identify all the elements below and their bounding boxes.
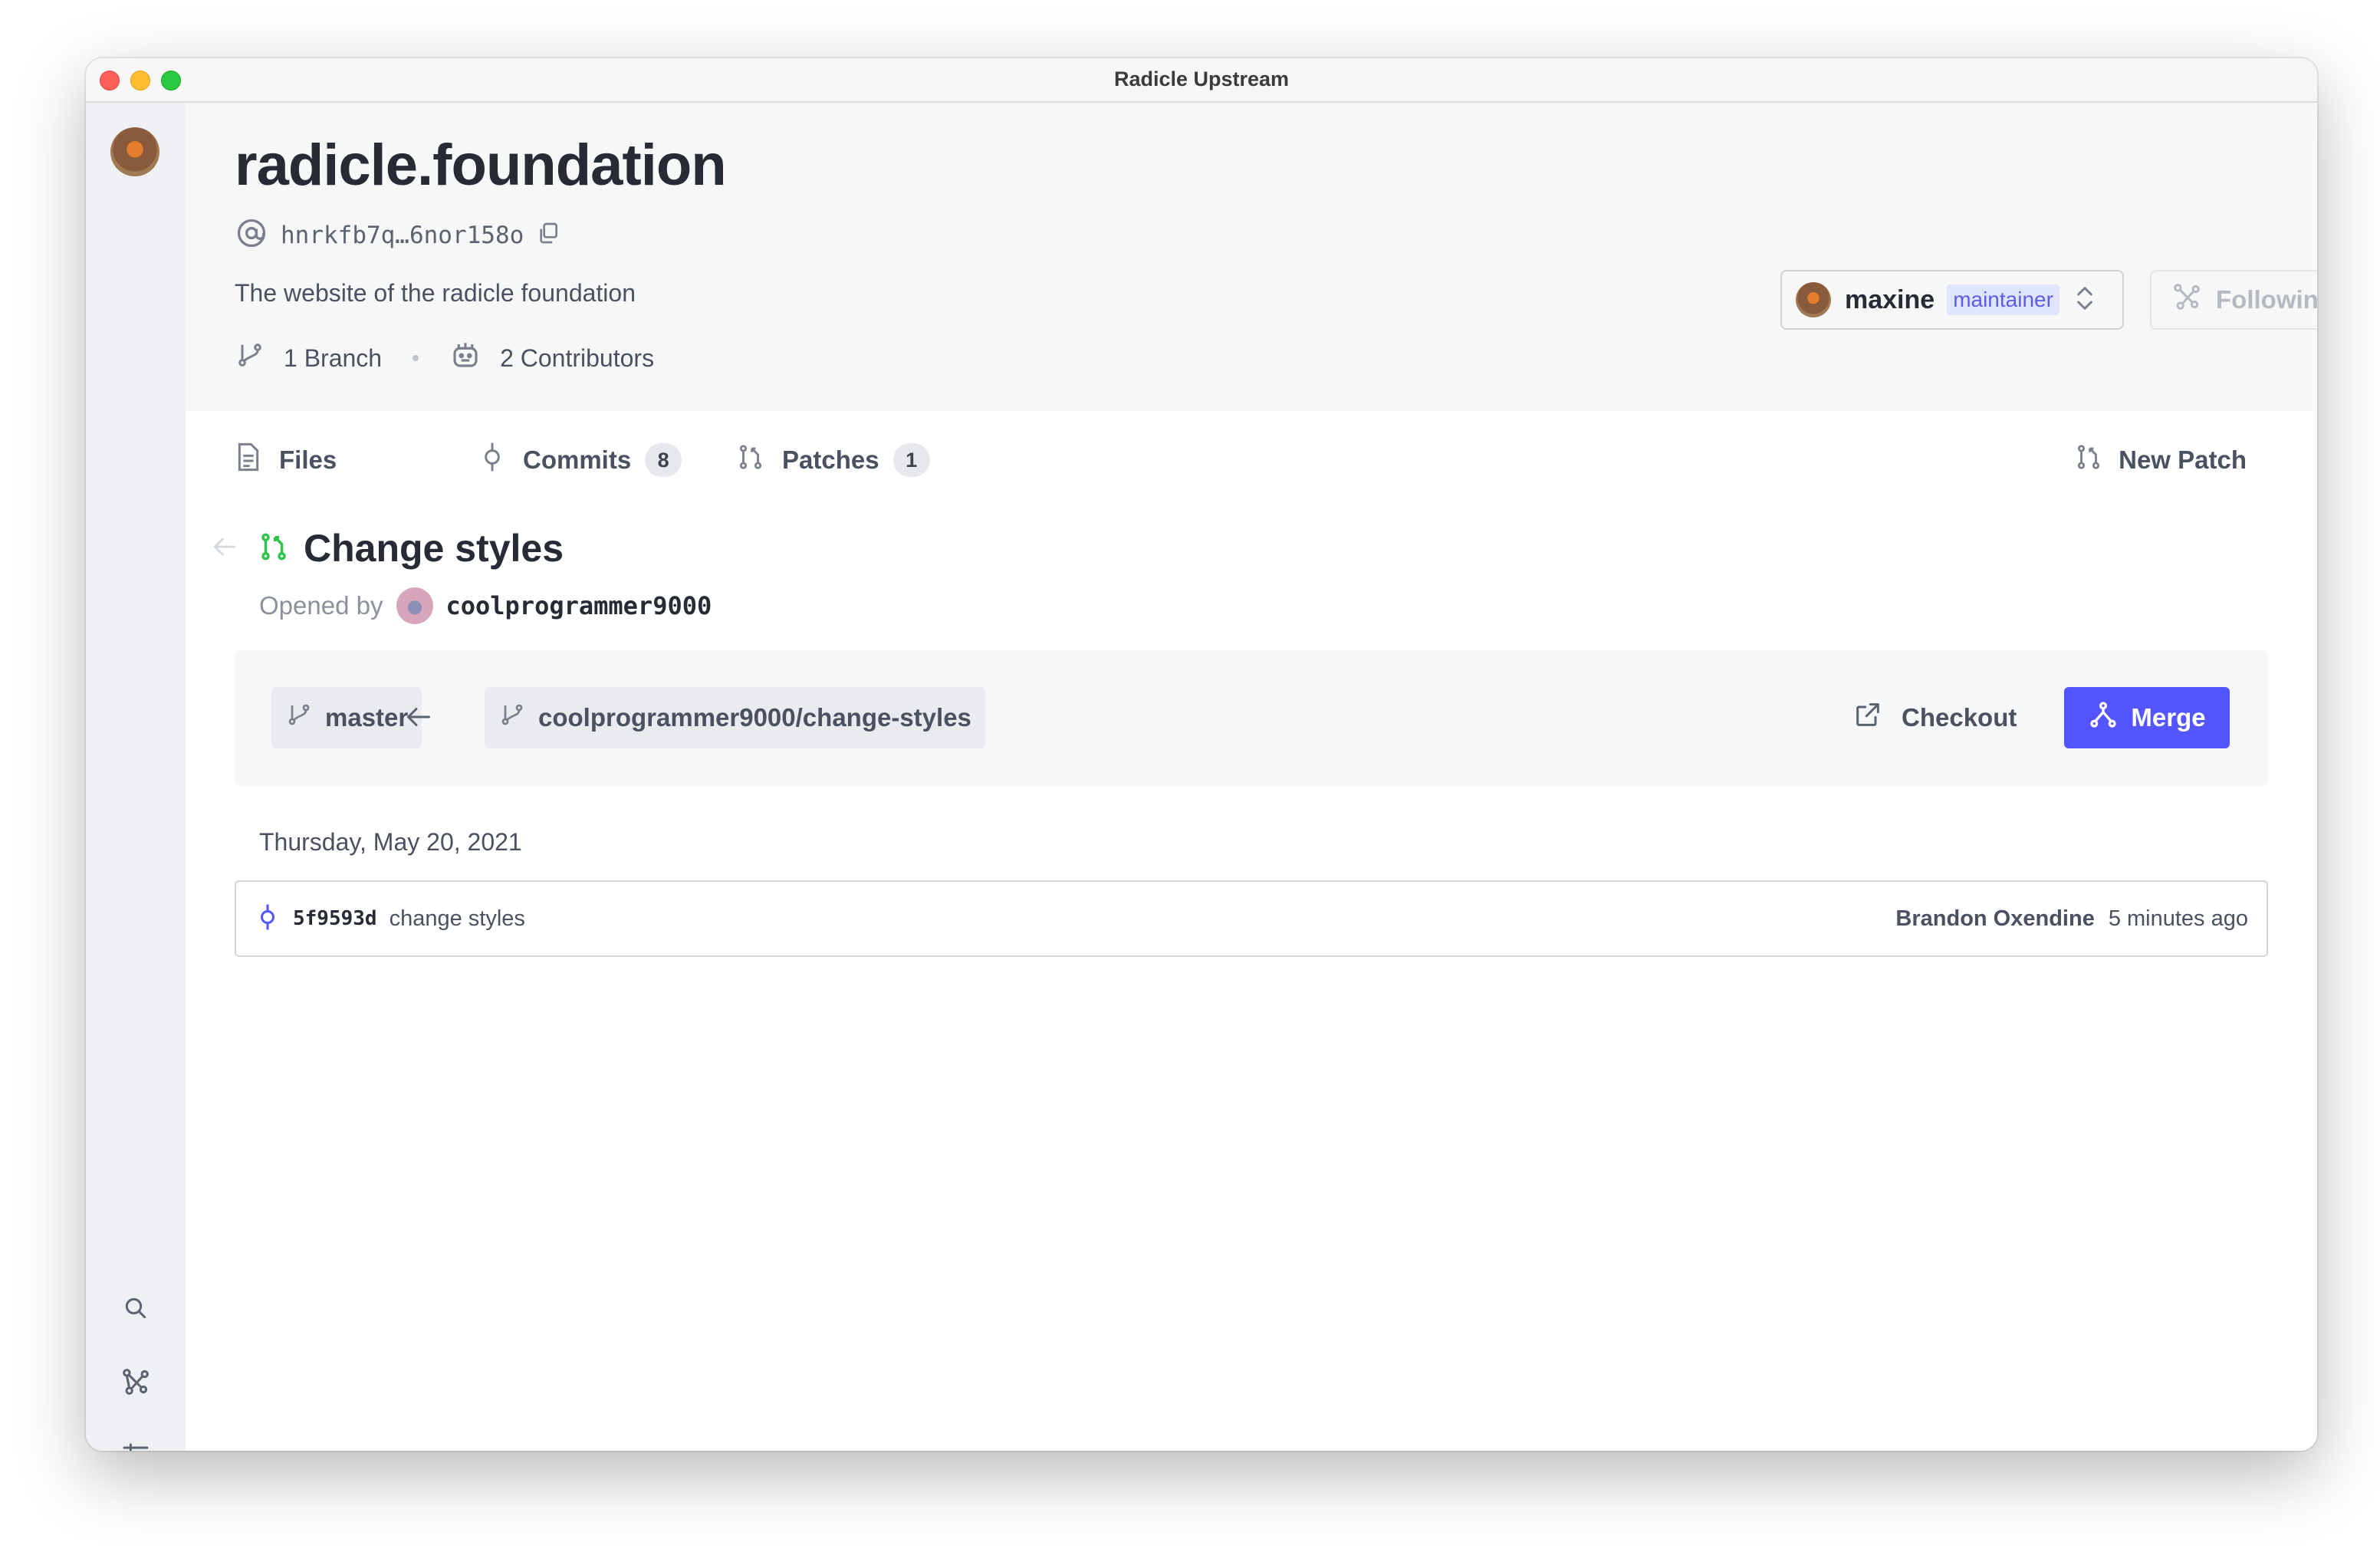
patch-branch-bar: master coolprogrammer9000/change-styles … [235,650,2268,787]
project-tabs: Files Commits 8 Patches 1 New Patch [186,411,2317,503]
search-icon[interactable] [120,1293,151,1323]
patch-author[interactable]: coolprogrammer9000 [445,591,712,620]
title-bar: Radicle Upstream [86,58,2317,103]
commit-icon [256,902,279,936]
commit-message: change styles [389,906,525,931]
back-arrow-icon[interactable] [212,535,238,562]
target-branch-name: master [325,703,409,732]
source-branch-name: coolprogrammer9000/change-styles [538,703,971,732]
branch-icon [498,700,526,735]
peer-name: maxine [1845,284,1935,314]
following-label: Following [2216,285,2317,314]
target-branch: master [271,687,422,748]
commit-time: 5 minutes ago [2108,906,2248,931]
source-branch: coolprogrammer9000/change-styles [485,687,985,748]
project-title: radicle.foundation [235,133,727,198]
network-icon [2171,281,2202,318]
open-patch-icon [258,530,290,567]
my-avatar[interactable] [110,127,159,176]
branch-icon [285,700,313,735]
app-window: Radicle Upstream radicle.foundation hnrk… [86,58,2317,1451]
arrow-left-icon [405,704,432,734]
settings-sliders-icon[interactable] [120,1440,151,1451]
project-header: radicle.foundation hnrkfb7q…6nor158o The… [186,103,2317,411]
tab-commits[interactable]: Commits 8 [478,442,682,478]
patch-icon [2074,442,2103,478]
patch-header: Change styles [212,526,564,570]
contributors-stat[interactable]: 2 Contributors [449,339,654,377]
file-icon [235,442,262,478]
merge-icon [2088,699,2119,736]
separator-dot [413,355,419,361]
project-stats: 1 Branch 2 Contributors [235,339,654,377]
commit-row[interactable]: 5f9593d change styles Brandon Oxendine 5… [235,880,2268,957]
at-sign-icon [235,216,268,254]
branches-stat[interactable]: 1 Branch [235,340,382,376]
tab-commits-label: Commits [523,446,632,474]
patches-count-badge: 1 [893,443,930,477]
author-avatar [396,587,434,624]
commit-date-header: Thursday, May 20, 2021 [259,828,522,856]
peer-selector[interactable]: maxine maintainer [1780,270,2124,330]
checkout-label: Checkout [1902,703,2017,732]
role-badge: maintainer [1947,284,2059,315]
merge-label: Merge [2131,703,2206,732]
patch-icon [736,442,765,478]
patch-title: Change styles [304,527,564,570]
tab-patches[interactable]: Patches 1 [736,442,930,478]
contributors-count: 2 Contributors [500,344,655,372]
peer-avatar [1796,282,1831,317]
commit-icon [478,442,506,478]
checkout-button[interactable]: Checkout [1852,687,2017,748]
new-patch-button[interactable]: New Patch [2074,442,2247,478]
project-description: The website of the radicle foundation [235,279,636,307]
contributors-icon [449,339,482,377]
patch-opened-by: Opened by coolprogrammer9000 [259,587,712,624]
opened-by-label: Opened by [259,591,383,620]
merge-button[interactable]: Merge [2064,687,2230,748]
window-title: Radicle Upstream [1113,67,1290,90]
external-link-icon [1852,699,1883,736]
sidebar [86,103,186,1451]
branch-icon [235,340,265,376]
copy-icon[interactable] [536,221,560,249]
commit-author: Brandon Oxendine [1895,906,2095,931]
new-patch-label: New Patch [2119,446,2247,474]
following-button[interactable]: Following [2150,270,2317,330]
project-urn: hnrkfb7q…6nor158o [235,216,560,254]
tab-files-label: Files [279,446,337,474]
chevron-up-down-icon [2073,283,2096,317]
urn-text: hnrkfb7q…6nor158o [281,221,524,249]
tab-files[interactable]: Files [235,442,337,478]
commit-hash: 5f9593d [293,907,377,930]
network-icon[interactable] [120,1366,151,1397]
commits-count-badge: 8 [645,443,682,477]
tab-patches-label: Patches [782,446,879,474]
branches-count: 1 Branch [284,344,383,372]
